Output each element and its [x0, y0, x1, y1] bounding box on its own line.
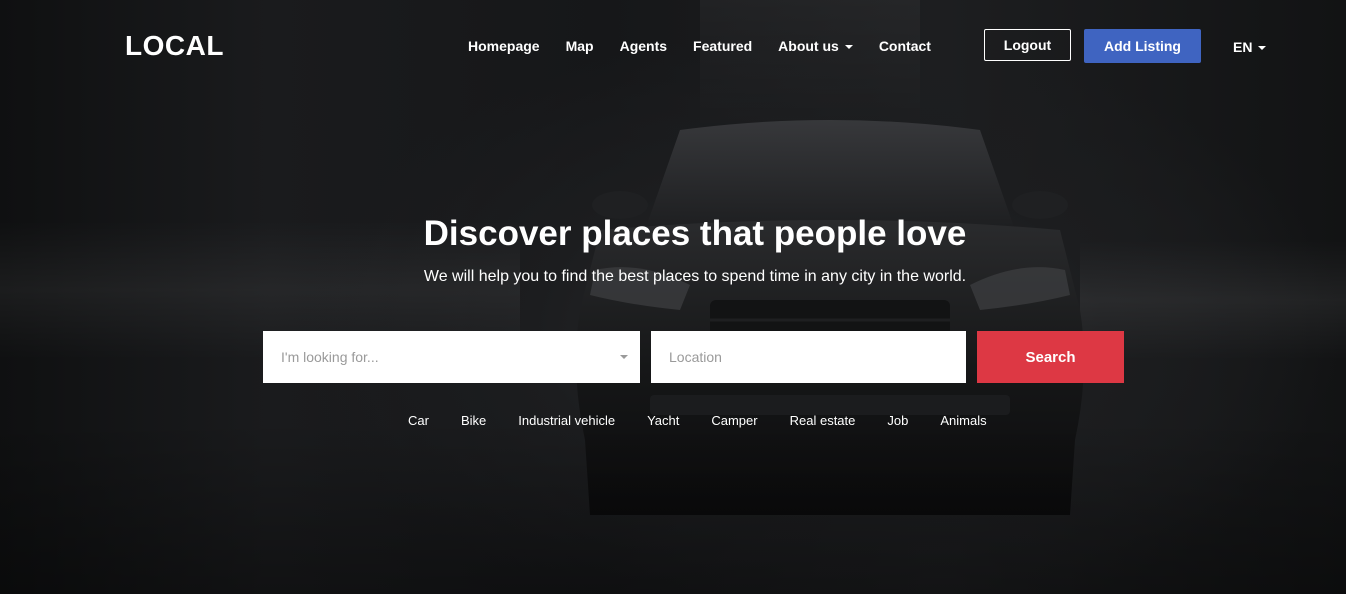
- category-link-car[interactable]: Car: [392, 413, 445, 429]
- add-listing-button[interactable]: Add Listing: [1084, 29, 1201, 63]
- nav-item-label: Agents: [619, 38, 668, 54]
- nav-item-map[interactable]: Map: [553, 36, 607, 56]
- category-link-camper[interactable]: Camper: [695, 413, 773, 429]
- location-input[interactable]: [651, 331, 966, 383]
- logo[interactable]: LOCAL: [125, 30, 224, 62]
- category-links: Car Bike Industrial vehicle Yacht Camper…: [392, 413, 1003, 429]
- nav-item-label: Map: [565, 38, 594, 54]
- nav-item-about-us[interactable]: About us: [765, 36, 866, 56]
- hero-section: LOCAL Homepage Map Agents Featured About…: [0, 0, 1346, 594]
- nav-item-agents[interactable]: Agents: [607, 36, 680, 56]
- nav-item-label: About us: [778, 38, 839, 54]
- chevron-down-icon: [1258, 46, 1267, 50]
- chevron-down-icon: [844, 45, 853, 49]
- logout-button[interactable]: Logout: [984, 29, 1071, 61]
- search-button[interactable]: Search: [977, 331, 1124, 383]
- category-link-real-estate[interactable]: Real estate: [774, 413, 872, 429]
- hero-title: Discover places that people love: [423, 214, 967, 253]
- nav-item-label: Contact: [878, 38, 931, 54]
- category-link-bike[interactable]: Bike: [445, 413, 502, 429]
- nav-item-homepage[interactable]: Homepage: [455, 36, 553, 56]
- hero-subtitle: We will help you to find the best places…: [423, 268, 967, 285]
- category-select[interactable]: I'm looking for...: [263, 331, 640, 383]
- chevron-down-icon: [620, 355, 628, 359]
- car-background-image: [576, 120, 1084, 515]
- language-selector[interactable]: EN: [1233, 39, 1267, 55]
- category-link-animals[interactable]: Animals: [924, 413, 1002, 429]
- category-link-industrial-vehicle[interactable]: Industrial vehicle: [502, 413, 631, 429]
- main-nav: Homepage Map Agents Featured About us Co…: [455, 36, 944, 56]
- nav-item-label: Featured: [693, 38, 753, 54]
- nav-item-featured[interactable]: Featured: [680, 36, 765, 56]
- language-label: EN: [1233, 39, 1253, 55]
- nav-item-label: Homepage: [468, 38, 540, 54]
- nav-item-contact[interactable]: Contact: [866, 36, 944, 56]
- category-select-placeholder: I'm looking for...: [281, 349, 379, 365]
- category-link-yacht[interactable]: Yacht: [631, 413, 695, 429]
- category-link-job[interactable]: Job: [871, 413, 924, 429]
